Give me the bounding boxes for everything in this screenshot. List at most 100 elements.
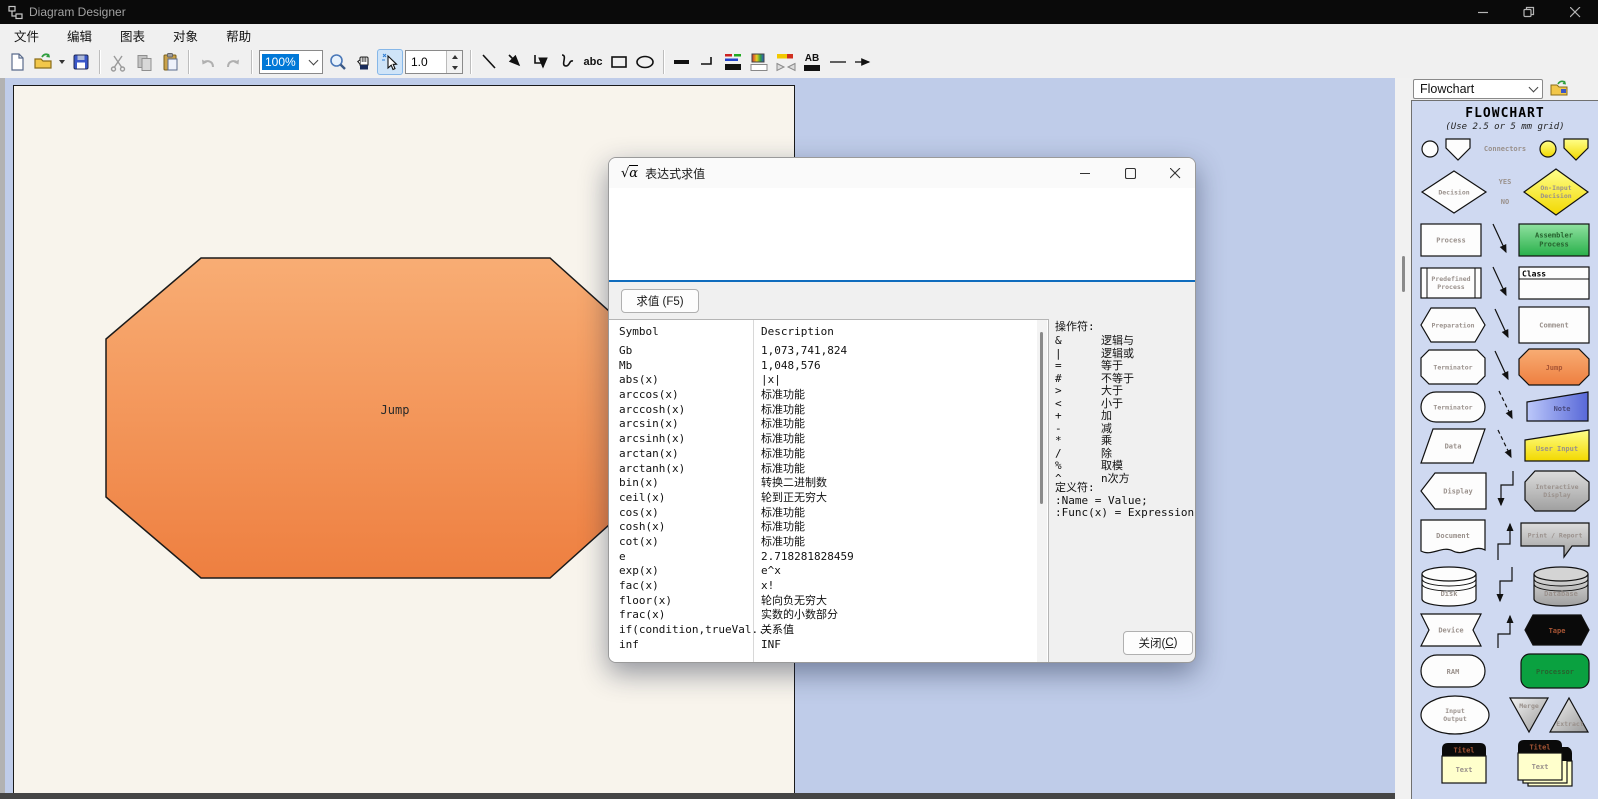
line-color-button[interactable]: [721, 49, 747, 75]
window-restore-button[interactable]: [1506, 0, 1552, 24]
table-row[interactable]: cot(x) 标准功能: [609, 535, 1048, 550]
disk-shape[interactable]: Disk: [1420, 565, 1478, 609]
class-shape[interactable]: Class: [1518, 266, 1590, 300]
assembler-process-shape[interactable]: Assembler Process: [1518, 223, 1590, 257]
window-minimize-button[interactable]: [1460, 0, 1506, 24]
ellipse-tool-button[interactable]: [632, 49, 658, 75]
redo-button[interactable]: [220, 49, 246, 75]
table-row[interactable]: exp(x) e^x: [609, 564, 1048, 579]
table-row[interactable]: cos(x) 标准功能: [609, 506, 1048, 521]
device-shape[interactable]: Device: [1420, 613, 1482, 647]
table-row[interactable]: frac(x) 实数的小数部分: [609, 608, 1048, 623]
line-tool-button[interactable]: [476, 49, 502, 75]
table-row[interactable]: cosh(x) 标准功能: [609, 520, 1048, 535]
zoom-combobox[interactable]: 100%: [259, 50, 323, 74]
cut-button[interactable]: [105, 49, 131, 75]
decision-shape[interactable]: Decision: [1420, 169, 1488, 215]
connector-shapes-white[interactable]: [1420, 136, 1472, 162]
undo-button[interactable]: [194, 49, 220, 75]
tape-shape[interactable]: Tape: [1524, 614, 1590, 646]
title-card-stack-shape[interactable]: Titel Text: [1517, 739, 1577, 789]
document-shape[interactable]: Document: [1420, 519, 1486, 561]
table-row[interactable]: arccos(x) 标准功能: [609, 388, 1048, 403]
jump-palette-shape[interactable]: Jump: [1518, 348, 1590, 386]
connector-arrow-button[interactable]: [851, 49, 877, 75]
dialog-close-button[interactable]: [1159, 161, 1191, 185]
connector-shapes-yellow[interactable]: [1538, 136, 1590, 162]
table-row[interactable]: inf INF: [609, 638, 1048, 653]
select-pointer-button[interactable]: [377, 49, 403, 75]
input-output-shape[interactable]: Input Output: [1420, 695, 1490, 735]
main-vertical-scrollbar[interactable]: [1395, 78, 1411, 799]
dialog-maximize-button[interactable]: [1114, 161, 1146, 185]
open-dropdown-arrow[interactable]: [59, 60, 65, 64]
new-file-button[interactable]: [4, 49, 30, 75]
text-tool-button[interactable]: abc: [580, 49, 606, 75]
data-shape[interactable]: Data: [1420, 428, 1486, 464]
curve-tool-button[interactable]: [554, 49, 580, 75]
menu-edit[interactable]: 编辑: [53, 24, 106, 47]
polyline-tool-button[interactable]: [528, 49, 554, 75]
template-folder-button[interactable]: [1549, 79, 1571, 99]
table-row[interactable]: Mb 1,048,576: [609, 359, 1048, 374]
table-row[interactable]: arccosh(x) 标准功能: [609, 403, 1048, 418]
zoom-tool-button[interactable]: [325, 49, 351, 75]
table-row[interactable]: ceil(x) 轮到正无穷大: [609, 491, 1048, 506]
terminator-rounded-shape[interactable]: Terminator: [1420, 391, 1486, 423]
thick-line-style-button[interactable]: [669, 49, 695, 75]
copy-button[interactable]: [131, 49, 157, 75]
processor-shape[interactable]: Processor: [1520, 653, 1590, 689]
preparation-shape[interactable]: Preparation: [1420, 307, 1486, 343]
user-input-shape[interactable]: User Input: [1524, 429, 1590, 463]
table-scrollbar-thumb[interactable]: [1040, 332, 1043, 504]
dialog-minimize-button[interactable]: [1069, 161, 1101, 185]
table-row[interactable]: e 2.718281828459: [609, 550, 1048, 565]
table-row[interactable]: floor(x) 轮向负无穷大: [609, 594, 1048, 609]
spinner-up-button[interactable]: [447, 51, 462, 62]
table-row[interactable]: arcsinh(x) 标准功能: [609, 432, 1048, 447]
line-width-spinner[interactable]: 1.0: [405, 50, 463, 74]
table-row[interactable]: fac(x) x!: [609, 579, 1048, 594]
close-button[interactable]: 关闭(C): [1123, 631, 1193, 655]
symbol-table[interactable]: Symbol Description Gb 1,073,741,824 Mb 1,0…: [609, 319, 1049, 662]
table-row[interactable]: bin(x) 转换二进制数: [609, 476, 1048, 491]
window-close-button[interactable]: [1552, 0, 1598, 24]
process-shape[interactable]: Process: [1420, 223, 1482, 257]
interactive-display-shape[interactable]: Interactive Display: [1524, 470, 1590, 512]
expression-input[interactable]: [609, 188, 1195, 282]
text-style-button[interactable]: AB: [799, 49, 825, 75]
print-report-shape[interactable]: Print / Report: [1520, 520, 1590, 560]
database-shape[interactable]: Database: [1532, 565, 1590, 609]
save-button[interactable]: [68, 49, 94, 75]
table-scrollbar[interactable]: [1037, 320, 1047, 662]
pan-hand-button[interactable]: [351, 49, 377, 75]
display-shape[interactable]: Display: [1420, 472, 1488, 510]
menu-diagram[interactable]: 图表: [106, 24, 159, 47]
ram-shape[interactable]: RAM: [1420, 654, 1486, 688]
table-row[interactable]: Gb 1,073,741,824: [609, 344, 1048, 359]
spinner-down-button[interactable]: [447, 62, 462, 73]
note-shape[interactable]: Note: [1526, 391, 1590, 423]
table-row[interactable]: arctan(x) 标准功能: [609, 447, 1048, 462]
menu-object[interactable]: 对象: [159, 24, 212, 47]
scrollbar-thumb[interactable]: [1402, 256, 1405, 292]
menu-file[interactable]: 文件: [0, 24, 53, 47]
predefined-process-shape[interactable]: Predefined Process: [1420, 267, 1482, 299]
table-row[interactable]: arcsin(x) 标准功能: [609, 417, 1048, 432]
jump-shape[interactable]: [105, 257, 621, 579]
corner-line-style-button[interactable]: [695, 49, 721, 75]
fill-color-button[interactable]: [747, 49, 773, 75]
line-ends-button[interactable]: [773, 49, 799, 75]
title-card-shape[interactable]: Titel Text: [1441, 742, 1489, 786]
connector-line-button[interactable]: [825, 49, 851, 75]
template-select[interactable]: Flowchart: [1413, 79, 1543, 99]
rectangle-tool-button[interactable]: [606, 49, 632, 75]
paste-button[interactable]: [157, 49, 183, 75]
table-row[interactable]: if(condition,trueVal... 关系值: [609, 623, 1048, 638]
open-file-button[interactable]: [30, 49, 56, 75]
on-input-decision-shape[interactable]: On-Input Decision: [1522, 167, 1590, 217]
table-row[interactable]: arctanh(x) 标准功能: [609, 462, 1048, 477]
terminator-shape[interactable]: Terminator: [1420, 349, 1486, 385]
arrow-line-tool-button[interactable]: [502, 49, 528, 75]
evaluate-button[interactable]: 求值 (F5): [621, 289, 699, 313]
